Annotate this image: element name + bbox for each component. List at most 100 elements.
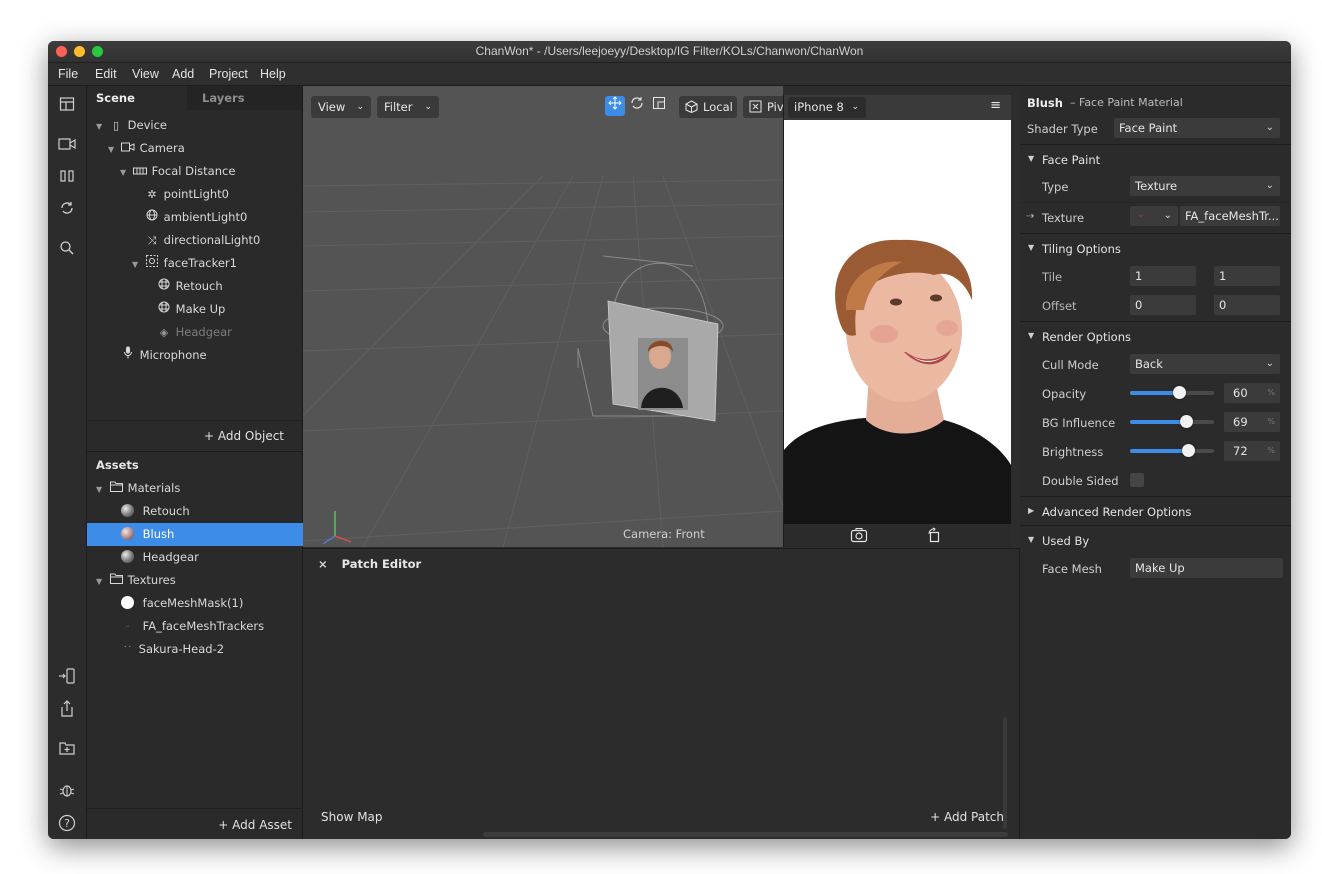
section-face-paint[interactable]: ▼ Face Paint	[1020, 144, 1291, 173]
collapse-arrow-icon: ▼	[1028, 243, 1035, 252]
section-tiling-options[interactable]: ▼ Tiling Options	[1020, 233, 1291, 262]
face-tracker-icon	[144, 253, 160, 275]
tree-item-microphone[interactable]: Microphone	[87, 344, 207, 366]
tree-item-camera[interactable]: ▼ Camera	[87, 137, 185, 159]
tree-item-ambientlight[interactable]: ambientLight0	[87, 206, 247, 228]
pivot-button[interactable]: Pivot	[743, 96, 783, 118]
brightness-slider[interactable]	[1130, 444, 1214, 457]
bg-influence-field[interactable]: 69 %	[1224, 412, 1280, 432]
view-dropdown[interactable]: View ⌄	[311, 96, 371, 118]
menu-view[interactable]: View	[132, 67, 159, 81]
patch-editor[interactable]: × Patch Editor Show Map + Add Patch	[303, 548, 1020, 839]
tree-item-pointlight[interactable]: ✲ pointLight0	[87, 183, 229, 205]
tile-x-field[interactable]: 1	[1130, 266, 1196, 286]
rotate-device-icon[interactable]	[926, 527, 942, 546]
material-name: Blush	[1027, 96, 1063, 110]
move-tool-button[interactable]	[605, 96, 625, 116]
double-sided-row: Double Sided	[1020, 466, 1291, 495]
close-icon[interactable]: ×	[318, 557, 328, 571]
brightness-row: Brightness 72 %	[1020, 437, 1291, 466]
rotate-tool-button[interactable]	[627, 96, 647, 116]
tile-y-field[interactable]: 1	[1214, 266, 1280, 286]
menu-file[interactable]: File	[58, 67, 78, 81]
video-camera-icon[interactable]	[57, 136, 77, 156]
tab-layers[interactable]: Layers	[202, 91, 245, 105]
opacity-slider[interactable]	[1130, 386, 1214, 399]
add-object-button[interactable]: + Add Object	[204, 429, 284, 443]
tree-item-headgear[interactable]: ◈ Headgear	[87, 321, 232, 343]
search-icon[interactable]	[57, 240, 77, 260]
close-window-button[interactable]	[56, 46, 67, 57]
section-advanced-render-options[interactable]: ▶ Advanced Render Options	[1020, 496, 1291, 525]
zoom-window-button[interactable]	[92, 46, 103, 57]
brightness-slider-knob[interactable]	[1182, 444, 1195, 457]
double-sided-checkbox[interactable]	[1130, 473, 1144, 487]
asset-material-retouch[interactable]: Retouch	[87, 500, 336, 523]
patch-horizontal-scrollbar[interactable]	[483, 832, 1008, 837]
simulator-toolbar: iPhone 8 ⌄ ≡	[784, 95, 1011, 120]
add-patch-button[interactable]: + Add Patch	[930, 810, 1004, 824]
menu-project[interactable]: Project	[209, 67, 248, 81]
type-dropdown[interactable]: Texture ⌄	[1130, 176, 1280, 196]
bg-influence-slider[interactable]	[1130, 415, 1214, 428]
tree-item-focal-distance[interactable]: ▼ Focal Distance	[87, 160, 235, 182]
show-map-button[interactable]: Show Map	[321, 810, 383, 824]
asset-texture-facemeshmask[interactable]: faceMeshMask(1)	[87, 592, 336, 615]
help-icon[interactable]: ?	[57, 814, 77, 834]
send-to-device-icon[interactable]	[57, 668, 77, 688]
menu-help[interactable]: Help	[260, 67, 286, 81]
svg-text:?: ?	[64, 817, 70, 830]
asset-texture-sakura-head[interactable]: ˙˙ Sakura-Head-2	[87, 638, 336, 661]
asset-texture-fa-facemeshtrackers[interactable]: ᵕ FA_faceMeshTrackers	[87, 615, 336, 638]
sakura-texture-icon: ˙˙	[123, 646, 132, 656]
offset-y-field[interactable]: 0	[1214, 295, 1280, 315]
bug-icon[interactable]	[57, 782, 77, 802]
export-icon[interactable]	[57, 700, 77, 720]
face-mesh-link[interactable]: Make Up	[1130, 558, 1283, 578]
asset-material-blush[interactable]: Blush	[87, 523, 336, 546]
connect-arrow-icon[interactable]: ⇢	[1026, 211, 1034, 222]
asset-folder-materials[interactable]: ▼ Materials	[87, 477, 311, 500]
hamburger-menu-icon[interactable]: ≡	[990, 98, 1001, 113]
bg-influence-row: BG Influence 69 %	[1020, 408, 1291, 437]
asset-folder-textures[interactable]: ▼ Textures	[87, 569, 311, 592]
tree-item-retouch[interactable]: Retouch	[87, 275, 223, 297]
collapse-arrow-icon: ▼	[1028, 535, 1035, 544]
menu-edit[interactable]: Edit	[95, 67, 117, 81]
add-asset-button[interactable]: + Add Asset	[218, 818, 292, 832]
filter-dropdown[interactable]: Filter ⌄	[377, 96, 439, 118]
shader-type-dropdown[interactable]: Face Paint ⌄	[1114, 118, 1280, 138]
opacity-slider-knob[interactable]	[1173, 386, 1186, 399]
device-dropdown[interactable]: iPhone 8 ⌄	[788, 97, 866, 118]
local-button[interactable]: Local	[679, 96, 737, 118]
scale-tool-button[interactable]	[649, 96, 669, 116]
tree-item-device[interactable]: ▼ ▯ Device	[87, 114, 167, 136]
opacity-field[interactable]: 60 %	[1224, 383, 1280, 403]
tree-item-directionallight[interactable]: ⤨ directionalLight0	[87, 229, 261, 251]
section-render-options[interactable]: ▼ Render Options	[1020, 321, 1291, 350]
section-used-by[interactable]: ▼ Used By	[1020, 525, 1291, 554]
camera-icon	[120, 138, 136, 160]
tree-item-facetracker[interactable]: ▼ faceTracker1	[87, 252, 237, 274]
cull-mode-dropdown[interactable]: Back ⌄	[1130, 354, 1280, 374]
screenshot-camera-icon[interactable]	[850, 527, 868, 546]
minimize-window-button[interactable]	[74, 46, 85, 57]
texture-thumbnail-dropdown[interactable]: ᵕ ⌄	[1130, 206, 1178, 226]
texture-field[interactable]: FA_faceMeshTr...	[1180, 206, 1280, 226]
tab-scene[interactable]: Scene	[96, 91, 135, 105]
refresh-icon[interactable]	[57, 200, 77, 220]
point-light-icon: ✲	[147, 188, 157, 201]
layout-icon[interactable]	[57, 96, 77, 116]
viewport[interactable]: View ⌄ Filter ⌄ Local Pivot Came	[303, 86, 783, 547]
tree-item-makeup[interactable]: Make Up	[87, 298, 225, 320]
cull-mode-row: Cull Mode Back ⌄	[1020, 350, 1291, 379]
add-object-bar: + Add Object	[87, 420, 302, 451]
offset-x-field[interactable]: 0	[1130, 295, 1196, 315]
split-view-icon[interactable]	[57, 168, 77, 188]
asset-material-headgear[interactable]: Headgear	[87, 546, 336, 569]
brightness-field[interactable]: 72 %	[1224, 441, 1280, 461]
menu-add[interactable]: Add	[172, 67, 194, 81]
add-folder-icon[interactable]	[57, 740, 77, 760]
bg-influence-slider-knob[interactable]	[1180, 415, 1193, 428]
chevron-down-icon: ⌄	[356, 102, 364, 112]
